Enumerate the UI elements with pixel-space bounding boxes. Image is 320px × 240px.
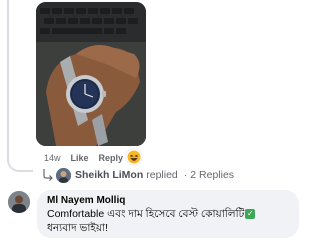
comment-text-1: Comfortable এবং দাম হিসেবে বেস্ট কোয়ালি… <box>47 208 245 220</box>
replier-name: Sheikh LiMon <box>75 169 144 181</box>
thread-connector-line <box>7 0 9 150</box>
comment-text-line-1: Comfortable এবং দাম হিসেবে বেস্ট কোয়ালি… <box>47 207 289 221</box>
haha-reaction-icon[interactable] <box>126 149 142 165</box>
comment-actions: 14w Like Reply <box>44 151 133 165</box>
comment-text-line-2: ধন্যবাদ ভাইয়া! <box>47 222 108 234</box>
reply-button[interactable]: Reply <box>99 153 124 163</box>
view-replies-link[interactable]: Sheikh LiMon replied · 2 Replies <box>42 166 234 184</box>
replier-avatar <box>56 167 71 183</box>
reply-arrow-icon <box>43 169 53 181</box>
check-mark-icon: ✓ <box>245 209 256 220</box>
comment-timestamp[interactable]: 14w <box>44 153 61 163</box>
separator-dot: · <box>183 169 188 181</box>
replies-count: 2 Replies <box>190 169 235 181</box>
comment-author-avatar[interactable] <box>8 191 30 213</box>
comment-author-name[interactable]: Ml Nayem Molliq <box>47 194 289 207</box>
thread-connector-curve <box>7 146 33 172</box>
comment-bubble: Ml Nayem Molliq Comfortable এবং দাম হিসে… <box>37 190 299 238</box>
like-button[interactable]: Like <box>71 153 89 163</box>
comment-photo-watch-on-wrist[interactable] <box>36 2 146 146</box>
replied-text: replied <box>146 169 178 181</box>
